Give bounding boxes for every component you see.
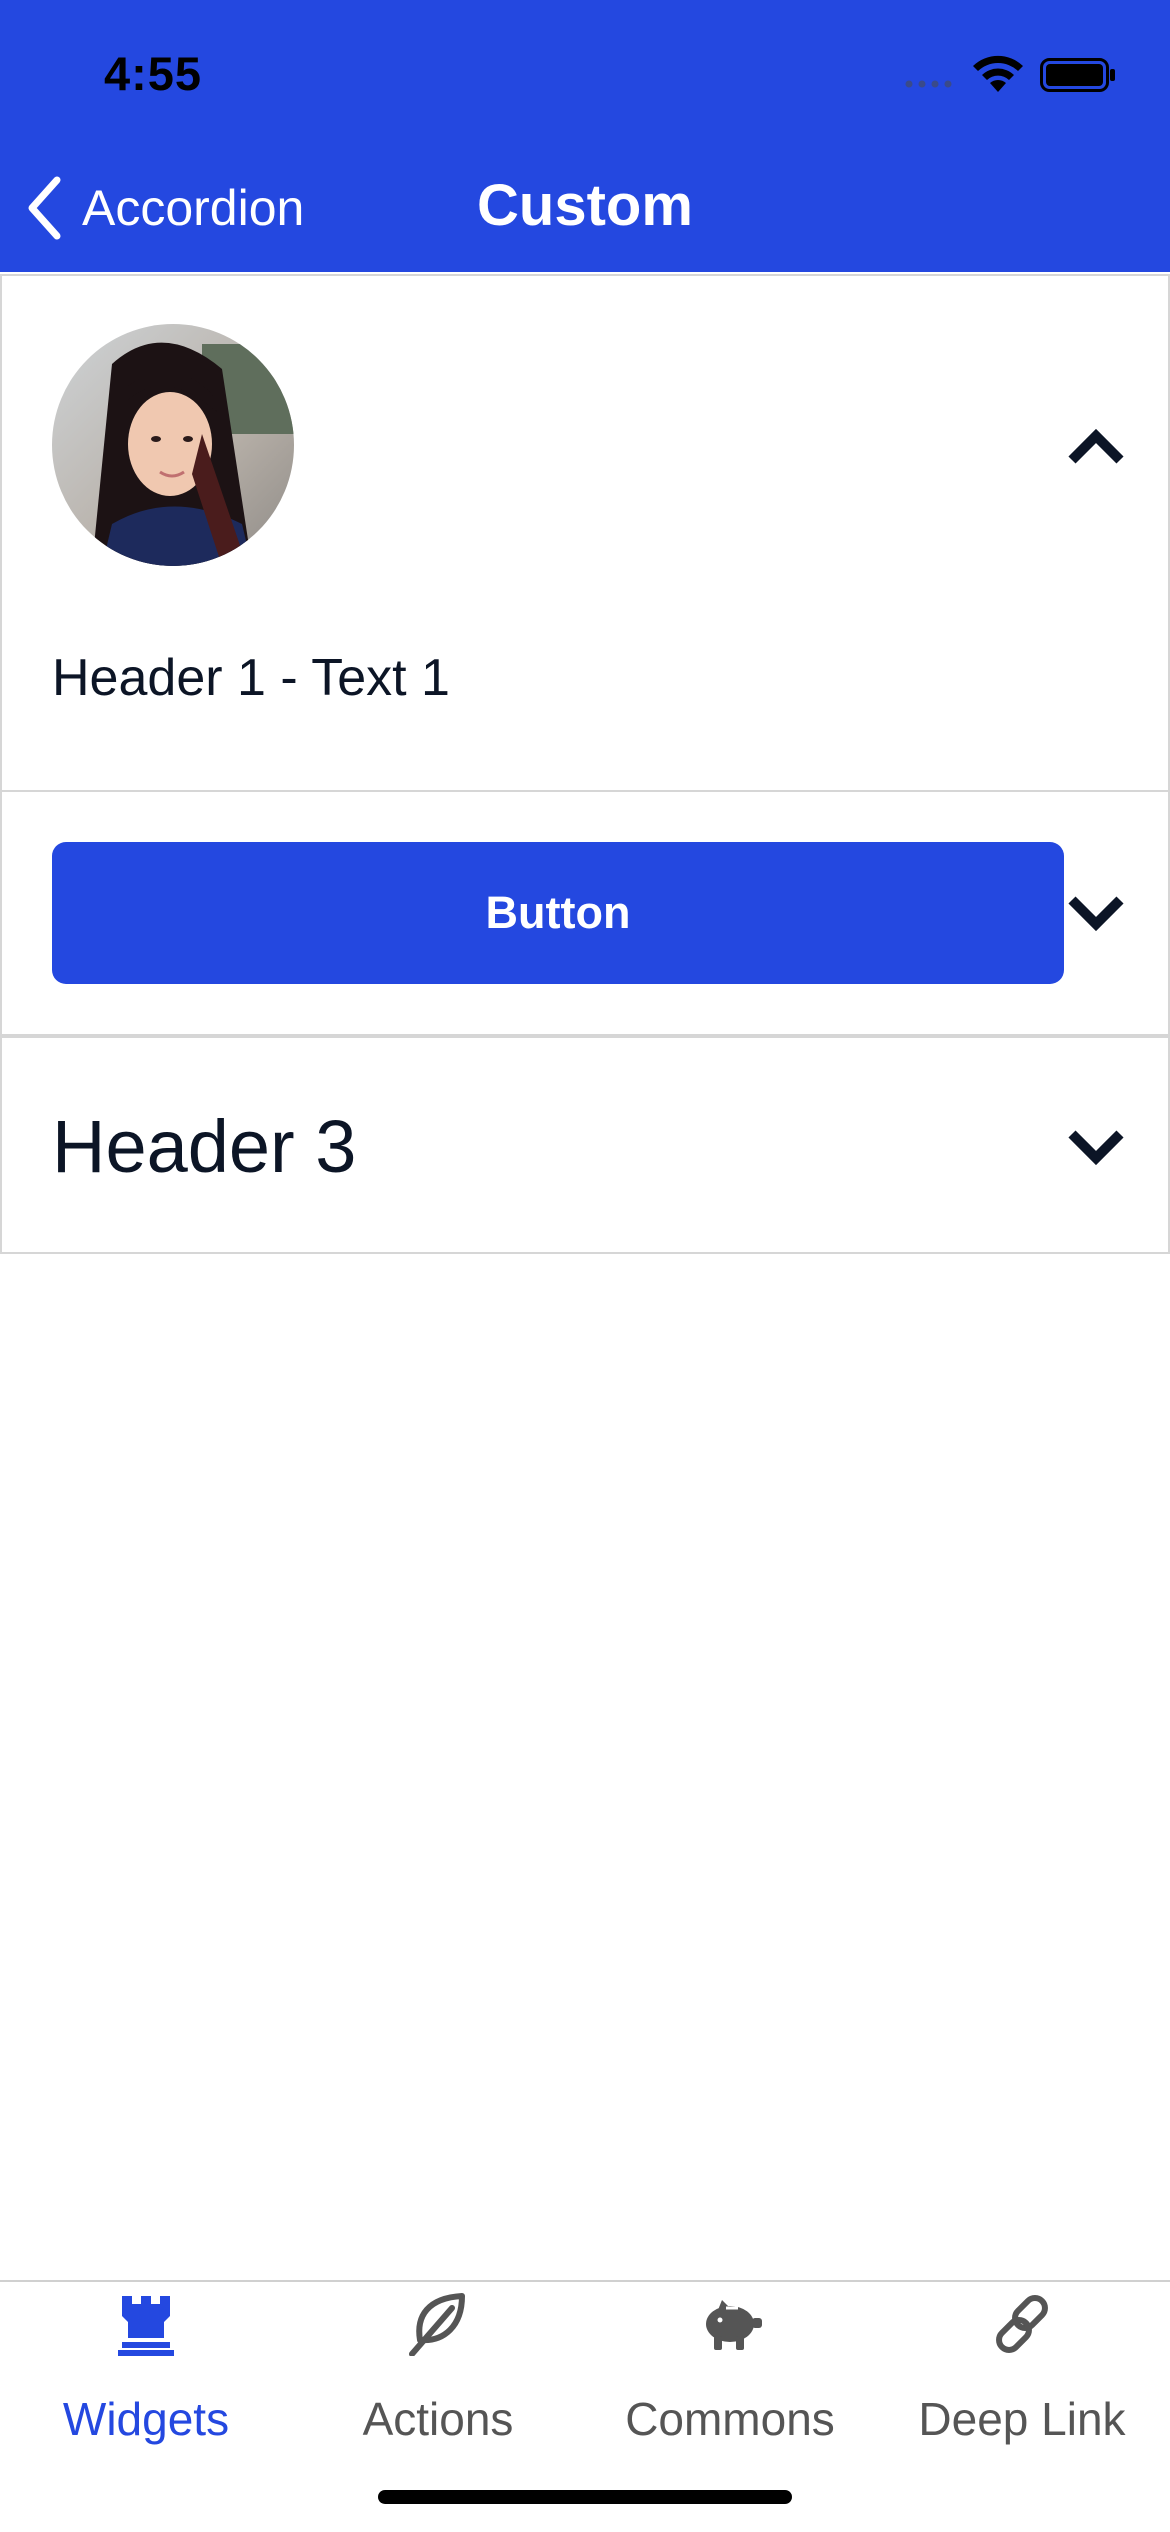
chevron-down-icon[interactable] xyxy=(1066,892,1126,932)
tab-label: Actions xyxy=(362,2393,514,2445)
tab-label: Deep Link xyxy=(918,2393,1126,2445)
rook-icon xyxy=(118,2296,174,2356)
piggy-bank-icon xyxy=(706,2300,762,2350)
accordion-button[interactable]: Button xyxy=(52,842,1064,984)
tab-label: Widgets xyxy=(62,2393,230,2445)
chevron-up-icon[interactable] xyxy=(1066,426,1126,466)
accordion-item-1[interactable]: Header 1 - Text 1 xyxy=(0,274,1170,792)
tab-commons[interactable]: Commons xyxy=(584,2282,876,2472)
home-indicator xyxy=(378,2490,792,2504)
navigation-header: 4:55 Accordion Custom xyxy=(0,0,1170,272)
accordion-item-3[interactable]: Header 3 xyxy=(0,1036,1170,1254)
battery-icon xyxy=(1040,58,1115,92)
chevron-down-icon[interactable] xyxy=(1066,1126,1126,1166)
cellular-signal-icon xyxy=(905,80,952,88)
accordion-item-2[interactable]: Button xyxy=(0,790,1170,1036)
tab-widgets[interactable]: Widgets xyxy=(0,2282,292,2472)
accordion-item-3-title: Header 3 xyxy=(52,1105,357,1188)
link-icon xyxy=(996,2295,1048,2353)
avatar xyxy=(52,324,294,566)
wifi-icon xyxy=(973,55,1023,92)
leaf-icon xyxy=(409,2293,465,2356)
app-screen: 4:55 Accordion Custom Header 1 - Text 1 … xyxy=(0,0,1170,2532)
accordion-item-1-text: Header 1 - Text 1 xyxy=(52,649,450,707)
page-title: Custom xyxy=(477,173,693,238)
tab-label: Commons xyxy=(625,2393,835,2445)
tab-actions[interactable]: Actions xyxy=(292,2282,584,2472)
tab-deep-link[interactable]: Deep Link xyxy=(876,2282,1168,2472)
status-time: 4:55 xyxy=(104,47,203,100)
